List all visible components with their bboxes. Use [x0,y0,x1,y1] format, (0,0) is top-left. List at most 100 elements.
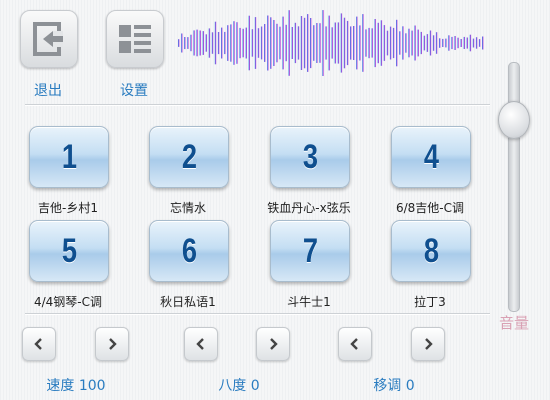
pad-2-label: 忘情水 [169,201,206,215]
pad-3-label: 铁血丹心-x弦乐 [267,201,351,215]
octave-increase-button[interactable] [256,327,290,361]
waveform-bar [469,34,472,52]
pad-2-button[interactable]: 2 [149,126,229,188]
waveform-bar [279,26,281,60]
waveform-bar [399,31,401,55]
chevron-right-icon [270,338,278,350]
waveform-bar [202,31,204,55]
waveform-bar [257,28,260,58]
speed-label: 速度 100 [46,378,106,394]
waveform-bar [307,14,309,72]
waveform [178,10,484,77]
exit-button[interactable] [20,10,78,68]
waveform-bar [402,26,404,60]
waveform-bar [411,30,413,56]
waveform-bar [423,35,426,51]
waveform-bar [371,28,373,58]
waveform-bar [331,27,333,59]
bottom-divider [25,313,490,314]
waveform-bar [193,30,195,56]
waveform-bar [466,37,468,49]
waveform-bar [242,28,244,58]
waveform-bar [350,26,352,60]
pad-1-button[interactable]: 1 [29,126,109,188]
waveform-bar [442,38,444,47]
waveform-bar [405,33,407,53]
speed-increase-button[interactable] [95,327,129,361]
waveform-bar [187,37,189,49]
pad-6-number: 6 [181,231,197,270]
waveform-bar [359,25,361,61]
waveform-bar [291,27,293,59]
waveform-bar [337,22,340,64]
waveform-bar [374,19,376,68]
waveform-bar [420,31,422,55]
waveform-bar [273,20,275,66]
exit-icon [33,22,63,56]
waveform-bar [377,22,379,64]
volume-slider-track[interactable] [508,62,520,312]
waveform-bar [322,10,324,77]
waveform-bar [396,19,398,67]
waveform-bar [362,14,364,72]
waveform-bar [343,17,346,69]
volume-slider-thumb[interactable] [498,101,530,139]
waveform-bar [346,20,349,66]
waveform-bar [472,38,475,48]
waveform-bar [294,22,297,64]
pad-7-button[interactable]: 7 [270,220,350,282]
waveform-bar [254,17,257,69]
pad-4-button[interactable]: 4 [391,126,471,188]
waveform-bar [211,32,214,54]
waveform-bar [426,34,429,52]
chevron-right-icon [425,338,433,350]
waveform-bar [205,34,207,52]
waveform-bar [196,29,198,57]
pad-3-button[interactable]: 3 [270,126,350,188]
waveform-bar [445,38,447,48]
waveform-bar [454,36,456,50]
waveform-bar [181,33,183,53]
waveform-bar [408,28,410,58]
settings-label: 设置 [120,83,148,99]
waveform-bar [267,15,269,71]
volume-label: 音量 [498,314,529,332]
waveform-bar [297,26,300,60]
waveform-bar [383,25,386,61]
waveform-bar [190,34,192,52]
waveform-bar [414,25,416,61]
pad-5-button[interactable]: 5 [29,220,109,282]
pad-6-button[interactable]: 6 [149,220,229,282]
pad-8-number: 8 [423,231,439,270]
waveform-bar [334,22,336,64]
pad-1-label: 吉他-乡村1 [38,201,98,215]
waveform-bar [313,25,315,61]
pad-8-button[interactable]: 8 [391,220,471,282]
settings-button[interactable] [106,10,164,68]
waveform-bar [417,29,419,57]
octave-label: 八度 0 [218,378,260,394]
speed-decrease-button[interactable] [22,327,56,361]
waveform-bar [239,27,241,59]
chevron-left-icon [196,338,204,350]
waveform-bar [208,28,211,58]
waveform-bar [429,30,432,56]
pad-7-number: 7 [302,231,318,270]
pad-1-number: 1 [61,137,77,176]
waveform-bar [389,26,392,60]
chevron-left-icon [34,338,42,350]
exit-label: 退出 [34,83,62,99]
waveform-bar [300,16,303,70]
waveform-bar [224,31,226,55]
waveform-bar [353,26,355,60]
transpose-increase-button[interactable] [411,327,445,361]
waveform-bar [463,36,465,49]
waveform-bar [184,37,186,50]
pad-8-label: 拉丁3 [414,295,446,309]
waveform-bar [432,35,435,51]
octave-decrease-button[interactable] [184,327,218,361]
pad-4-label: 6/8吉他-C调 [395,201,465,215]
waveform-bar [236,22,238,64]
transpose-decrease-button[interactable] [338,327,372,361]
top-divider [25,104,490,105]
